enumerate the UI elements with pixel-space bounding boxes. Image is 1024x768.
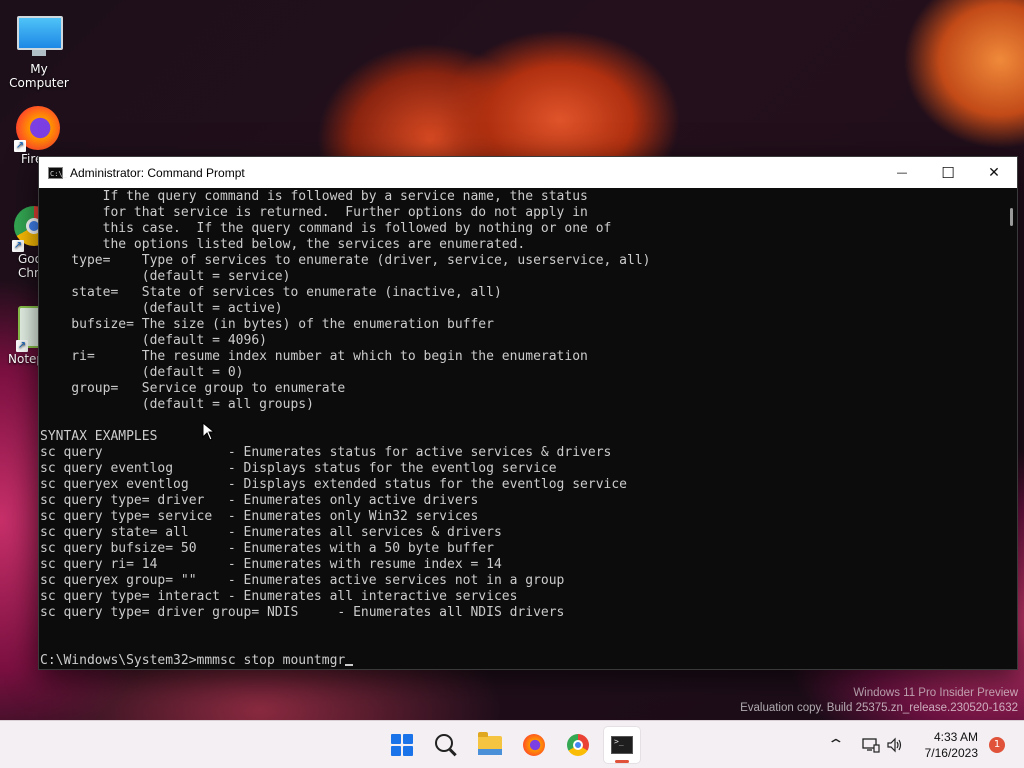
prompt-text: C:\Windows\System32>mmmsc stop mountmgr <box>40 653 346 668</box>
console-line: state= State of services to enumerate (i… <box>40 285 502 300</box>
file-explorer-button[interactable] <box>472 727 508 763</box>
console-line: sc query bufsize= 50 - Enumerates with a… <box>40 541 494 556</box>
console-line: sc query type= service - Enumerates only… <box>40 509 479 524</box>
search-icon <box>435 734 453 752</box>
firefox-taskbar-button[interactable] <box>516 727 552 763</box>
firefox-icon <box>523 734 545 756</box>
folder-icon <box>478 731 502 755</box>
search-button[interactable] <box>428 727 464 763</box>
shortcut-arrow-icon: ↗ <box>12 240 24 252</box>
console-line: sc query type= interact - Enumerates all… <box>40 589 518 604</box>
console-line: (default = active) <box>40 301 283 316</box>
command-prompt-window[interactable]: C:\_ Administrator: Command Prompt — ☐ ✕… <box>38 156 1018 670</box>
cmd-app-icon: C:\_ <box>48 166 67 179</box>
console-line: (default = 4096) <box>40 333 267 348</box>
active-indicator <box>615 760 629 763</box>
watermark-line-2: Evaluation copy. Build 25375.zn_release.… <box>740 702 1018 714</box>
maximize-icon: ☐ <box>941 163 955 182</box>
console-line: (default = all groups) <box>40 397 314 412</box>
chrome-icon <box>567 734 589 756</box>
console-line: sc query type= driver group= NDIS - Enum… <box>40 605 565 620</box>
terminal-taskbar-button[interactable]: >_ <box>604 727 640 763</box>
shortcut-arrow-icon: ↗ <box>14 140 26 152</box>
mouse-pointer-icon <box>202 422 216 441</box>
console-line: ri= The resume index number at which to … <box>40 349 588 364</box>
windows-start-icon <box>391 734 413 756</box>
console-output[interactable]: If the query command is followed by a se… <box>39 188 1003 669</box>
console-line: (default = service) <box>40 269 291 284</box>
notification-badge[interactable]: 1 <box>989 737 1005 753</box>
minimize-icon: — <box>896 166 908 179</box>
maximize-button[interactable]: ☐ <box>925 157 971 188</box>
console-line: type= Type of services to enumerate (dri… <box>40 253 651 268</box>
console-line: sc query - Enumerates status for active … <box>40 445 612 460</box>
console-line: the options listed below, the services a… <box>40 237 526 252</box>
vertical-scrollbar[interactable] <box>1003 188 1017 669</box>
desktop-icon-my-computer[interactable]: My Computer <box>1 10 77 90</box>
show-hidden-icons-chevron-icon[interactable]: ⌃ <box>826 737 845 753</box>
window-title: Administrator: Command Prompt <box>70 165 245 180</box>
scrollbar-thumb[interactable] <box>1010 208 1013 226</box>
minimize-button[interactable]: — <box>879 157 925 188</box>
system-clock[interactable]: 4:33 AM 7/16/2023 <box>925 729 978 761</box>
network-icon[interactable] <box>862 737 880 753</box>
volume-icon[interactable] <box>886 737 904 753</box>
command-prompt-line[interactable]: C:\Windows\System32>mmmsc stop mountmgr <box>40 653 1003 669</box>
close-button[interactable]: ✕ <box>971 157 1017 188</box>
clock-time: 4:33 AM <box>933 730 978 744</box>
console-line: group= Service group to enumerate <box>40 381 346 396</box>
console-line: sc query type= driver - Enumerates only … <box>40 493 479 508</box>
chrome-taskbar-button[interactable] <box>560 727 596 763</box>
console-line: If the query command is followed by a se… <box>40 189 588 204</box>
console-line: this case. If the query command is follo… <box>40 221 612 236</box>
console-line: SYNTAX EXAMPLES <box>40 429 158 444</box>
watermark-line-1: Windows 11 Pro Insider Preview <box>853 687 1018 699</box>
console-line: (default = 0) <box>40 365 244 380</box>
start-button[interactable] <box>384 727 420 763</box>
console-line: for that service is returned. Further op… <box>40 205 588 220</box>
window-titlebar[interactable]: C:\_ Administrator: Command Prompt — ☐ ✕ <box>39 157 1017 188</box>
close-icon: ✕ <box>988 164 1000 181</box>
firefox-icon: ↗ <box>14 106 60 152</box>
console-line: bufsize= The size (in bytes) of the enum… <box>40 317 494 332</box>
text-cursor <box>345 664 354 666</box>
windows-watermark: Windows 11 Pro Insider Preview Evaluatio… <box>740 686 1018 716</box>
taskbar: >_ ⌃ 4:33 AM 7/16/2023 1 <box>0 720 1024 768</box>
console-line: sc queryex group= "" - Enumerates active… <box>40 573 565 588</box>
clock-date: 7/16/2023 <box>924 746 978 760</box>
terminal-icon: >_ <box>611 736 633 754</box>
console-line: sc query state= all - Enumerates all ser… <box>40 525 502 540</box>
console-line: sc query eventlog - Displays status for … <box>40 461 557 476</box>
desktop-icon-label: My Computer <box>9 62 69 90</box>
console-line: sc queryex eventlog - Displays extended … <box>40 477 627 492</box>
computer-icon <box>17 16 63 60</box>
shortcut-arrow-icon: ↗ <box>16 340 28 352</box>
console-line: sc query ri= 14 - Enumerates with resume… <box>40 557 502 572</box>
